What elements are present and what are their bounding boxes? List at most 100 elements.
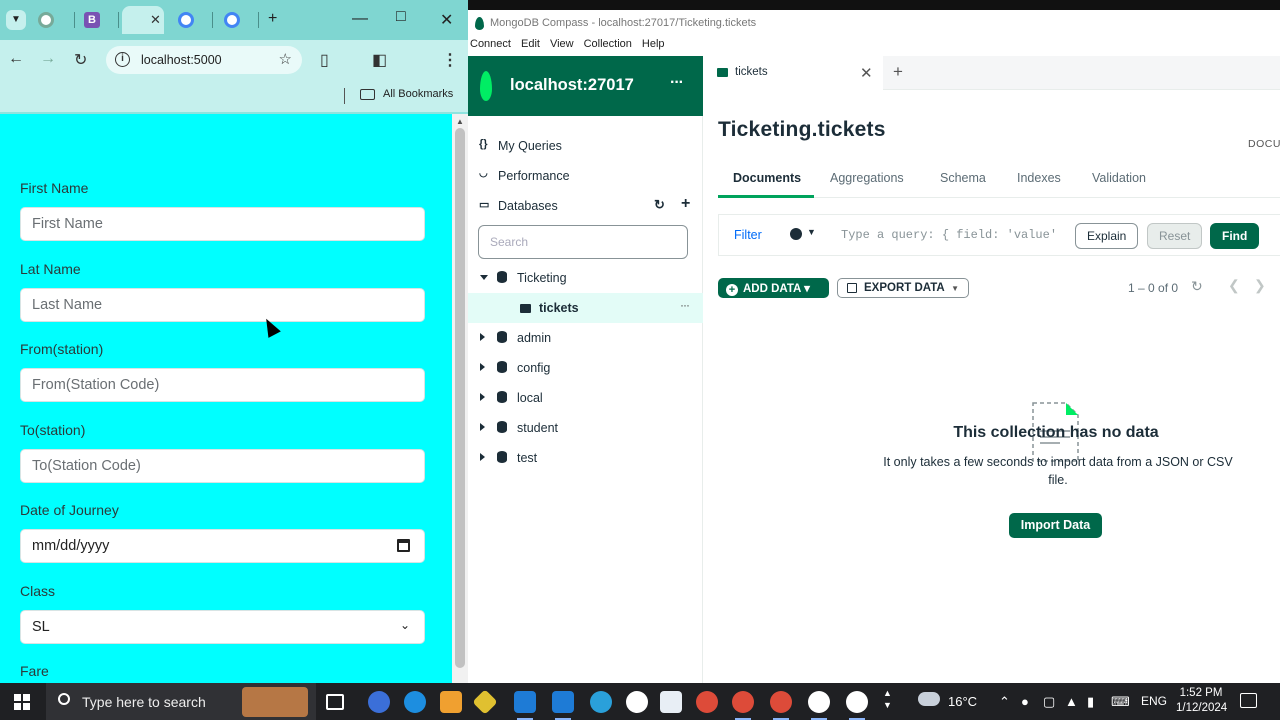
page-scrollbar[interactable]: ▲ [452, 114, 468, 683]
tab-indexes[interactable]: Indexes [1017, 171, 1061, 185]
browser-tab[interactable] [178, 6, 194, 34]
db-row-admin[interactable]: admin [468, 323, 703, 353]
db-row-test[interactable]: test [468, 443, 703, 473]
db-row-ticketing[interactable]: Ticketing [468, 263, 703, 293]
refresh-icon[interactable]: ↻ [1191, 278, 1203, 295]
all-bookmarks[interactable]: All Bookmarks [383, 88, 453, 100]
store-icon[interactable] [440, 691, 462, 713]
caret-right-icon[interactable] [480, 423, 485, 431]
browser-tab-active[interactable]: ✕ [122, 6, 164, 34]
search-input[interactable]: Search [478, 225, 688, 259]
git-icon[interactable] [472, 689, 498, 715]
find-button[interactable]: Find [1210, 223, 1260, 249]
browser-tab[interactable]: B [84, 6, 100, 34]
tab-search-icon[interactable]: ▼ [6, 10, 26, 30]
taskbar-search[interactable]: Type here to search [46, 683, 316, 720]
last-name-input[interactable]: Last Name [20, 288, 425, 322]
tab-schema[interactable]: Schema [940, 171, 986, 185]
bookmark-star-icon[interactable]: ☆ [279, 50, 292, 68]
collection-row-tickets[interactable]: tickets ··· [468, 293, 703, 323]
from-station-input[interactable]: From(Station Code) [20, 368, 425, 402]
maximize-icon[interactable]: □ [396, 8, 406, 26]
menu-connect[interactable]: Connect [470, 38, 511, 56]
first-name-input[interactable]: First Name [20, 207, 425, 241]
db-row-local[interactable]: local [468, 383, 703, 413]
export-data-button[interactable]: EXPORT DATA ▼ [837, 278, 969, 298]
calendar-icon[interactable] [397, 539, 410, 552]
menu-edit[interactable]: Edit [521, 38, 540, 56]
notification-icon[interactable] [1240, 693, 1257, 708]
close-icon[interactable]: ✕ [860, 64, 873, 82]
refresh-icon[interactable]: ↻ [654, 197, 665, 213]
caret-right-icon[interactable] [480, 453, 485, 461]
caret-right-icon[interactable] [480, 363, 485, 371]
telegram-icon[interactable] [590, 691, 612, 713]
add-data-button[interactable]: + ADD DATA ▾ [718, 278, 829, 298]
battery-icon[interactable]: ▮ [1087, 694, 1094, 710]
scroll-arrows-icon[interactable]: ▲ ▼ [883, 687, 892, 711]
network-icon[interactable]: ▢ [1043, 694, 1055, 710]
menu-view[interactable]: View [550, 38, 574, 56]
query-input[interactable]: Type a query: { field: 'value' [841, 228, 1057, 242]
address-bar[interactable]: i localhost:5000 ☆ [106, 46, 302, 74]
reset-button[interactable]: Reset [1147, 223, 1203, 249]
windows-start-icon[interactable] [14, 694, 30, 710]
vscode-icon[interactable] [552, 691, 574, 720]
db-row-student[interactable]: student [468, 413, 703, 443]
reload-icon[interactable]: ↻ [74, 50, 87, 70]
tab-aggregations[interactable]: Aggregations [830, 171, 904, 185]
chrome-icon[interactable] [696, 691, 718, 713]
collection-menu-icon[interactable]: ··· [680, 298, 690, 312]
compass-icon[interactable] [808, 691, 830, 720]
class-select[interactable]: SL ⌄ [20, 610, 425, 644]
back-icon[interactable]: ← [8, 50, 24, 68]
chrome-icon[interactable] [732, 691, 754, 720]
caret-down-icon[interactable] [480, 275, 488, 280]
task-view-icon[interactable] [326, 694, 344, 710]
keyboard-icon[interactable]: ⌨ [1111, 694, 1130, 710]
chrome-icon[interactable] [770, 691, 792, 720]
extensions-icon[interactable]: ▯ [320, 50, 329, 70]
history-icon[interactable] [790, 228, 802, 240]
close-window-icon[interactable]: ✕ [440, 10, 453, 30]
microphone-icon[interactable]: ● [1021, 694, 1029, 709]
app-icon[interactable] [368, 691, 390, 713]
import-data-button[interactable]: Import Data [1009, 513, 1102, 538]
scroll-up-icon[interactable]: ▲ [456, 117, 464, 126]
edge-icon[interactable] [404, 691, 426, 713]
explain-button[interactable]: Explain [1075, 223, 1139, 249]
close-tab-icon[interactable]: ✕ [150, 12, 161, 28]
connection-header[interactable]: localhost:27017 ··· [468, 56, 703, 116]
clock[interactable]: 1:52 PM 1/12/2024 [1176, 686, 1227, 716]
github-icon[interactable] [626, 691, 648, 713]
caret-right-icon[interactable] [480, 333, 485, 341]
compass-icon[interactable] [846, 691, 868, 720]
new-tab-icon[interactable]: + [893, 62, 903, 82]
browser-tab[interactable] [224, 6, 240, 34]
weather-icon[interactable] [918, 692, 940, 706]
nav-databases[interactable]: ▭ Databases ↻ + [468, 191, 703, 221]
journey-date-input[interactable]: mm/dd/yyyy [20, 529, 425, 563]
menu-icon[interactable]: ⋮ [442, 50, 458, 70]
tab-documents[interactable]: Documents [733, 171, 801, 185]
nav-my-queries[interactable]: {} My Queries [468, 131, 703, 161]
minimize-icon[interactable]: — [352, 10, 368, 28]
connection-menu-icon[interactable]: ··· [670, 74, 684, 92]
tab-validation[interactable]: Validation [1092, 171, 1146, 185]
side-panel-icon[interactable]: ◧ [372, 50, 387, 70]
to-station-input[interactable]: To(Station Code) [20, 449, 425, 483]
vscode-icon[interactable] [514, 691, 536, 720]
create-database-icon[interactable]: + [681, 195, 690, 213]
notion-icon[interactable] [660, 691, 682, 713]
scroll-thumb[interactable] [455, 128, 465, 668]
menu-help[interactable]: Help [642, 38, 665, 56]
filter-label[interactable]: Filter [734, 228, 762, 242]
db-row-config[interactable]: config [468, 353, 703, 383]
nav-performance[interactable]: ◡ Performance [468, 161, 703, 191]
chevron-up-icon[interactable]: ⌃ [999, 694, 1010, 710]
new-tab-icon[interactable]: + [268, 10, 277, 28]
caret-down-icon[interactable]: ▼ [807, 227, 816, 237]
next-page-icon[interactable]: ❯ [1254, 277, 1266, 294]
language-indicator[interactable]: ENG [1141, 694, 1167, 708]
tab-tickets[interactable]: tickets ✕ [703, 56, 883, 90]
